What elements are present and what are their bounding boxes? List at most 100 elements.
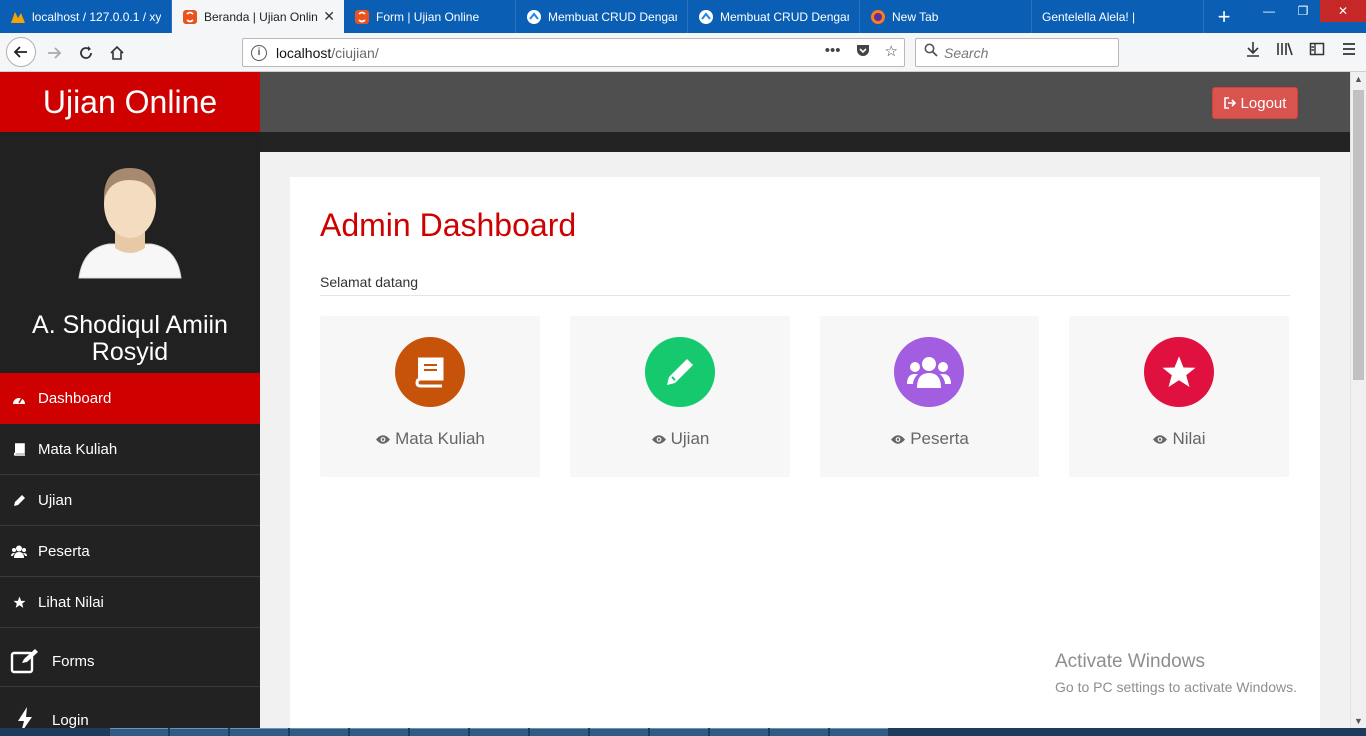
back-arrow-icon[interactable] [6,37,36,67]
card-label-text: Nilai [1172,429,1206,448]
scroll-up-arrow-icon[interactable]: ▲ [1354,74,1363,84]
taskbar-app[interactable] [710,728,768,736]
watermark-subtitle: Go to PC settings to activate Windows. [1055,679,1297,695]
sidebar-item-login[interactable]: Login [0,687,260,728]
tab-title: Form | Ujian Online [376,9,480,24]
taskbar-app[interactable] [650,728,708,736]
page-title: Admin Dashboard [320,207,577,243]
browser-tab[interactable]: Membuat CRUD Dengan [516,0,688,33]
sidebar-item-lihat-nilai[interactable]: Lihat Nilai [0,577,260,628]
sidebar-item-label: Mata Kuliah [38,440,118,458]
codeigniter-icon [182,9,198,25]
sign-out-icon [1223,97,1237,109]
browser-tab[interactable]: New Tab [860,0,1032,33]
taskbar-app[interactable] [290,728,348,736]
reload-icon[interactable] [72,39,100,67]
sidebar-item-label: Forms [52,652,95,670]
taskbar-app[interactable] [230,728,288,736]
edit-icon [10,648,40,674]
browser-tab[interactable]: Membuat CRUD Dengan [688,0,860,33]
search-input[interactable] [944,44,1104,61]
sidebar-item-label: Lihat Nilai [38,593,104,611]
tab-title: New Tab [892,9,939,24]
pocket-icon[interactable] [855,42,871,62]
search-bar[interactable] [915,38,1119,67]
page-subtitle: Selamat datang [320,274,419,290]
sidebar-item-dashboard[interactable]: Dashboard [0,373,260,424]
star-icon [1144,337,1214,407]
card-ujian[interactable]: Ujian [570,316,790,477]
home-icon[interactable] [103,39,131,67]
close-tab-icon[interactable]: ✕ [323,8,335,25]
url-bar[interactable]: i localhost/ciujian/ ••• ☆ [242,38,905,67]
browser-tab[interactable]: localhost / 127.0.0.1 / xy [0,0,172,33]
minimize-icon[interactable]: — [1252,0,1286,22]
browser-tab-active[interactable]: Beranda | Ujian Onlin ✕ [172,0,344,33]
avatar [75,160,185,284]
scrollbar-thumb[interactable] [1353,90,1364,380]
sidebar-item-peserta[interactable]: Peserta [0,526,260,577]
taskbar-app[interactable] [170,728,228,736]
eye-icon [1152,434,1168,445]
browser-tab[interactable]: Form | Ujian Online [344,0,516,33]
tab-title: Membuat CRUD Dengan [720,9,849,24]
taskbar-app[interactable] [470,728,528,736]
logout-button[interactable]: Logout [1212,87,1298,119]
book-icon [395,337,465,407]
card-peserta[interactable]: Peserta [820,316,1039,477]
page-actions-icon[interactable]: ••• [825,42,841,62]
watermark-title: Activate Windows [1055,651,1205,672]
taskbar-app[interactable] [350,728,408,736]
app-viewport: Ujian Online A. Shodiqul Amiin Rosyid Da… [0,72,1350,728]
vertical-scrollbar[interactable]: ▲ ▼ [1350,72,1366,728]
card-mata-kuliah[interactable]: Mata Kuliah [320,316,540,477]
bookmark-star-icon[interactable]: ☆ [885,42,898,62]
site-icon [698,9,714,25]
forward-arrow-icon[interactable] [40,39,68,67]
window-close-icon[interactable]: ✕ [1320,0,1366,22]
taskbar-app[interactable] [590,728,648,736]
pencil-icon [10,494,28,507]
sidebar-item-label: Login [52,711,89,729]
card-label-text: Ujian [670,429,710,448]
restore-icon[interactable]: ❐ [1286,0,1320,22]
sidebar-item-label: Dashboard [38,390,112,407]
card-label[interactable]: Nilai [1069,429,1289,449]
tab-title: Membuat CRUD Dengan [548,9,677,24]
hamburger-menu-icon[interactable] [1340,41,1358,62]
taskbar-app[interactable] [770,728,828,736]
sidebar-toggle-icon[interactable] [1308,41,1326,62]
sidebar-item-ujian[interactable]: Ujian [0,475,260,526]
card-nilai[interactable]: Nilai [1069,316,1289,477]
search-icon [924,43,938,62]
site-icon [526,9,542,25]
toolbar-right-icons [1244,41,1358,62]
tab-title: Gentelella Alela! | [1042,9,1136,24]
logout-label: Logout [1240,94,1287,112]
user-name: A. Shodiqul Amiin Rosyid [32,311,228,366]
activate-windows-watermark: Activate Windows Go to PC settings to ac… [1055,651,1297,695]
phpmyadmin-icon [10,9,26,25]
eye-icon [651,434,667,445]
browser-tab[interactable]: Gentelella Alela! | [1032,0,1204,33]
library-icon[interactable] [1276,41,1294,62]
scroll-down-arrow-icon[interactable]: ▼ [1354,716,1363,726]
url-host: localhost [276,44,332,61]
taskbar-app[interactable] [830,728,888,736]
card-label[interactable]: Peserta [820,429,1039,449]
download-icon[interactable] [1244,41,1262,62]
sidebar-item-mata-kuliah[interactable]: Mata Kuliah [0,424,260,475]
eye-icon [375,434,391,445]
taskbar-app[interactable] [410,728,468,736]
brand-title[interactable]: Ujian Online [0,72,260,132]
site-info-icon[interactable]: i [251,44,267,61]
card-label-text: Peserta [910,429,969,448]
card-label[interactable]: Ujian [570,429,790,449]
users-icon [10,545,28,558]
sidebar-item-forms[interactable]: Forms [0,628,260,687]
taskbar-app[interactable] [530,728,588,736]
taskbar-app[interactable] [110,728,168,736]
new-tab-button[interactable]: + [1204,0,1244,33]
card-label[interactable]: Mata Kuliah [320,429,540,449]
sidebar-item-label: Ujian [38,491,73,509]
